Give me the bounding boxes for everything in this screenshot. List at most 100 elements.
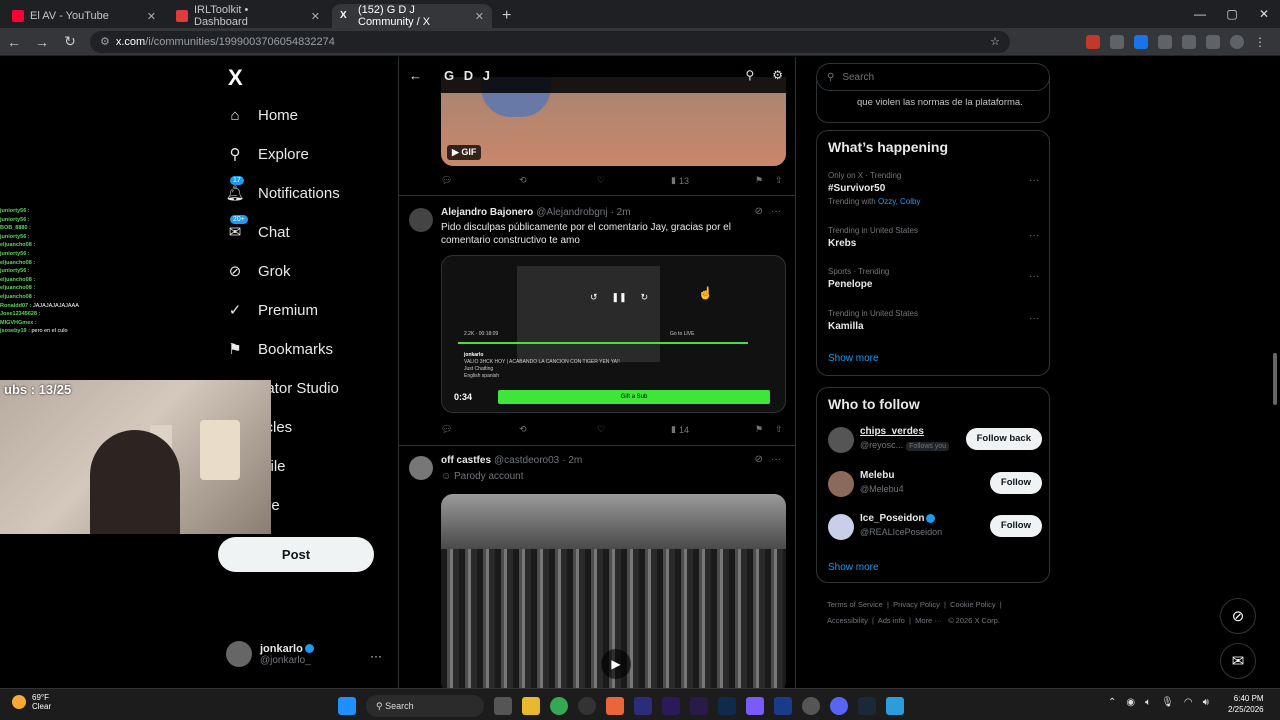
follow-button[interactable]: Follow (989, 515, 1042, 537)
file-explorer-icon[interactable] (522, 697, 540, 715)
trend-item[interactable]: Trending in United States Krebs (828, 226, 918, 249)
like-icon[interactable]: ♡ (597, 175, 671, 186)
like-icon[interactable]: ♡ (597, 424, 671, 435)
mic-icon[interactable]: 🎙︎ (1161, 697, 1174, 708)
after-effects-icon[interactable] (662, 697, 680, 715)
weather-widget[interactable]: 69°F Clear (12, 693, 51, 711)
tab-youtube[interactable]: El AV - YouTube ✕ (4, 4, 164, 28)
author-name[interactable]: Alejandro Bajonero (441, 207, 533, 218)
task-view-icon[interactable] (494, 697, 512, 715)
speaker-icon[interactable]: 🔊︎ (1203, 697, 1209, 708)
reply-icon[interactable]: 💬︎ (441, 424, 519, 435)
follow-button[interactable]: Follow (989, 472, 1042, 494)
post-button[interactable]: Post (218, 537, 374, 572)
discord-icon[interactable] (830, 697, 848, 715)
app-icon[interactable] (886, 697, 904, 715)
scrollbar-thumb[interactable] (1273, 353, 1277, 405)
taskbar-search[interactable]: ⚲ Search (366, 695, 484, 717)
reply-icon[interactable]: 💬︎ (441, 175, 519, 186)
wifi-icon[interactable]: ◠ (1184, 697, 1193, 708)
close-icon[interactable]: ✕ (147, 10, 156, 23)
author-handle[interactable]: @Alejandrobgnj (536, 207, 607, 218)
footer-link[interactable]: Ads info (878, 616, 905, 625)
reload-icon[interactable]: ↻ (62, 33, 78, 50)
nav-premium[interactable]: ✓ Premium (226, 301, 318, 320)
follow-suggestion[interactable]: Melebu @Melebu4 Follow (828, 468, 1042, 502)
rewind-icon[interactable]: ↺ (590, 292, 598, 303)
share-icon[interactable]: ⇧ (775, 424, 783, 435)
sidebar-icon[interactable] (1182, 34, 1196, 49)
url-field[interactable]: ⚙ x.com/i/communities/199900370605483227… (90, 30, 1010, 53)
follow-name[interactable]: Melebu (860, 470, 894, 481)
forward-icon[interactable]: ↻ (641, 292, 649, 303)
play-icon[interactable]: ▶ (601, 649, 631, 679)
nav-home[interactable]: ⌂ Home (226, 106, 298, 124)
show-more-link[interactable]: Show more (828, 353, 879, 364)
author-name[interactable]: off castfes (441, 455, 491, 466)
more-options-icon[interactable]: ··· (1029, 313, 1039, 324)
account-switcher[interactable]: jonkarlo @jonkarlo_ (226, 641, 314, 667)
footer-link[interactable]: Terms of Service (827, 600, 883, 609)
close-window-icon[interactable]: ✕ (1248, 0, 1280, 28)
maximize-icon[interactable]: ▢ (1216, 0, 1248, 28)
app-icon[interactable] (774, 697, 792, 715)
share-icon[interactable]: ⇧ (775, 175, 783, 186)
trend-item[interactable]: Sports · Trending Penelope (828, 267, 889, 290)
close-icon[interactable]: ✕ (311, 10, 320, 23)
kebab-menu-icon[interactable]: ⋮ (1254, 35, 1268, 49)
tweet-video[interactable]: ▶ (441, 494, 786, 688)
footer-link[interactable]: Accessibility (827, 616, 868, 625)
more-options-icon[interactable]: ··· (771, 454, 781, 465)
chevron-up-icon[interactable]: ⌃ (1108, 697, 1116, 708)
tweet-time[interactable]: · 2m (611, 207, 631, 218)
views-icon[interactable]: ▮ 13 (671, 175, 755, 186)
bookmark-icon[interactable]: ⚑ (755, 175, 775, 186)
trend-item[interactable]: Trending in United States Kamilla (828, 309, 918, 332)
close-icon[interactable]: ✕ (475, 10, 484, 23)
more-options-icon[interactable]: ··· (1029, 230, 1039, 241)
extension-icon[interactable] (1110, 34, 1124, 49)
trend-item[interactable]: Only on X · Trending #Survivor50 Trendin… (828, 171, 921, 206)
grok-icon[interactable]: ⊘ (755, 206, 763, 217)
more-options-icon[interactable]: ··· (370, 649, 382, 663)
back-arrow-icon[interactable]: ← (409, 68, 422, 83)
tab-x-community[interactable]: X (152) G D J Community / X ✕ (332, 4, 492, 28)
nav-notifications[interactable]: 🔔︎ 17 Notifications (225, 176, 340, 202)
back-arrow-icon[interactable]: ← (6, 34, 22, 50)
tweet-video[interactable]: ↺ ❚❚ ↻ 2.2K · 00:18:09 Go to LIVE jonkarlo… (441, 255, 786, 413)
more-options-icon[interactable]: ··· (771, 206, 781, 217)
nav-chat[interactable]: ✉ 20+ Chat (226, 215, 290, 241)
puzzle-icon[interactable] (1158, 34, 1172, 49)
bookmark-star-icon[interactable]: ☆ (990, 35, 1000, 48)
network-icon[interactable]: ◉ (1126, 697, 1135, 708)
grok-icon[interactable]: ⊘ (755, 454, 763, 465)
bookmark-icon[interactable]: ⚑ (755, 424, 775, 435)
author-handle[interactable]: @castdeoro03 (494, 455, 559, 466)
follow-suggestion[interactable]: Ice_Poseidon @REALIcePoseidon Follow (828, 511, 1042, 545)
steam-icon[interactable] (858, 697, 876, 715)
chrome-icon[interactable] (550, 697, 568, 715)
gear-icon[interactable]: ⚙ (772, 68, 783, 82)
app-icon[interactable] (606, 697, 624, 715)
premiere-icon[interactable] (690, 697, 708, 715)
pause-icon[interactable]: ❚❚ (612, 292, 627, 303)
nav-explore[interactable]: ⚲ Explore (226, 145, 309, 164)
x-logo[interactable]: X (228, 65, 243, 91)
avatar[interactable] (409, 208, 433, 232)
follow-name[interactable]: Ice_Poseidon (860, 513, 924, 524)
tweet-time[interactable]: · 2m (562, 455, 582, 466)
follow-back-button[interactable]: Follow back (965, 428, 1042, 450)
video-progress-bar[interactable] (458, 342, 748, 344)
media-icon[interactable] (1206, 34, 1220, 49)
views-icon[interactable]: ▮ 14 (671, 424, 755, 435)
site-info-icon[interactable]: ⚙ (100, 35, 110, 48)
retweet-icon[interactable]: ⟲ (519, 424, 597, 435)
extension-icon[interactable] (1134, 34, 1148, 49)
forward-arrow-icon[interactable]: → (34, 34, 50, 50)
footer-link[interactable]: More ··· (915, 616, 942, 625)
more-options-icon[interactable]: ··· (1029, 175, 1039, 186)
photoshop-icon[interactable] (718, 697, 736, 715)
windows-start-icon[interactable] (338, 697, 356, 715)
show-more-link[interactable]: Show more (828, 562, 879, 573)
media-encoder-icon[interactable] (634, 697, 652, 715)
